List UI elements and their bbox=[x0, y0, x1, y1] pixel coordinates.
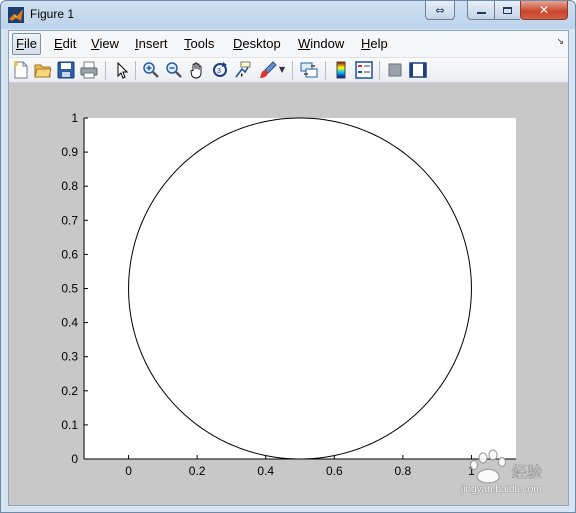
save-icon[interactable] bbox=[57, 61, 75, 79]
pan-icon[interactable] bbox=[188, 61, 206, 79]
figure-canvas[interactable]: 0 0.1 0.2 0.3 0.4 0.5 0.6 0.7 0.8 0.9 1 0 0.2 0.4 0.6 0… bbox=[9, 83, 568, 505]
menu-tools[interactable]: Tools bbox=[181, 35, 217, 53]
minimize-icon bbox=[476, 12, 486, 14]
brush-icon[interactable] bbox=[259, 61, 277, 79]
window-title: Figure 1 bbox=[30, 7, 75, 21]
menu-edit[interactable]: Edit bbox=[51, 35, 79, 53]
y-tick-label: 0.4 bbox=[61, 316, 78, 330]
figure-client: File Edit View Insert Tools Desktop Wind… bbox=[8, 30, 569, 506]
close-icon: ✕ bbox=[538, 3, 550, 17]
x-tick-label: 0 bbox=[125, 464, 132, 478]
x-tick-label: 0.4 bbox=[257, 464, 274, 478]
maximize-icon bbox=[503, 6, 512, 14]
rotate-3d-icon[interactable]: 3 bbox=[211, 61, 229, 79]
brush-dropdown-icon[interactable]: ▼ bbox=[279, 65, 285, 74]
x-tick-label: 0.6 bbox=[326, 464, 343, 478]
toolbar-separator bbox=[135, 61, 136, 80]
menu-window[interactable]: Window bbox=[295, 35, 347, 53]
insert-colorbar-icon[interactable] bbox=[332, 61, 350, 79]
link-plot-icon[interactable] bbox=[300, 61, 318, 79]
plot-svg: 0 0.1 0.2 0.3 0.4 0.5 0.6 0.7 0.8 0.9 1 0 0.2 0.4 0.6 0… bbox=[61, 111, 516, 478]
svg-text:3: 3 bbox=[217, 68, 221, 75]
y-tick-label: 0.8 bbox=[61, 179, 78, 193]
menu-insert[interactable]: Insert bbox=[132, 35, 171, 53]
insert-legend-icon[interactable] bbox=[355, 61, 373, 79]
data-cursor-icon[interactable] bbox=[234, 61, 252, 79]
title-bar[interactable]: Figure 1 ⇔ ✕ bbox=[1, 1, 575, 29]
x-tick-label: 0.8 bbox=[395, 464, 412, 478]
menu-desktop[interactable]: Desktop bbox=[230, 35, 284, 53]
y-tick-label: 0 bbox=[71, 452, 78, 466]
zoom-in-icon[interactable] bbox=[142, 61, 160, 79]
axes-background bbox=[84, 118, 516, 459]
y-tick-label: 0.5 bbox=[61, 282, 78, 296]
menu-view[interactable]: View bbox=[88, 35, 122, 53]
toolbar-separator bbox=[105, 61, 106, 80]
figure-window: Figure 1 ⇔ ✕ File Edit View Insert Tools… bbox=[0, 0, 576, 513]
dock-arrow-icon[interactable]: ↘ bbox=[556, 37, 564, 47]
watermark-url: jingyan.baidu.com bbox=[461, 484, 542, 495]
y-tick-label: 0.6 bbox=[61, 247, 78, 261]
svg-text:经验: 经验 bbox=[512, 464, 542, 481]
edit-plot-icon[interactable] bbox=[113, 61, 131, 79]
close-button[interactable]: ✕ bbox=[520, 1, 568, 20]
y-tick-label: 0.1 bbox=[61, 418, 78, 432]
toolbar-separator bbox=[292, 61, 293, 80]
menu-bar: File Edit View Insert Tools Desktop Wind… bbox=[9, 31, 568, 57]
y-tick-label: 0.2 bbox=[61, 384, 78, 398]
menu-help[interactable]: Help bbox=[358, 35, 391, 53]
watermark: 经验 jingyan.baidu.com bbox=[459, 446, 569, 500]
show-plot-tools-icon[interactable] bbox=[409, 61, 427, 79]
toolbar-separator bbox=[379, 61, 380, 80]
y-tick-label: 0.3 bbox=[61, 350, 78, 364]
minimize-button[interactable] bbox=[467, 1, 494, 20]
open-file-icon[interactable] bbox=[34, 61, 52, 79]
menu-file-rest: ile bbox=[23, 36, 37, 51]
matlab-icon bbox=[8, 7, 24, 23]
figure-toolbar: 3 ▼ bbox=[9, 57, 568, 83]
y-tick-label: 0.7 bbox=[61, 213, 78, 227]
menu-file[interactable]: File bbox=[12, 33, 41, 55]
restore-button[interactable]: ⇔ bbox=[425, 1, 455, 20]
y-tick-label: 1 bbox=[71, 111, 78, 125]
y-tick-label: 0.9 bbox=[61, 145, 78, 159]
maximize-button[interactable] bbox=[494, 1, 520, 20]
toolbar-separator bbox=[325, 61, 326, 80]
hide-plot-tools-icon[interactable] bbox=[386, 61, 404, 79]
print-icon[interactable] bbox=[80, 61, 98, 79]
zoom-out-icon[interactable] bbox=[165, 61, 183, 79]
new-figure-icon[interactable] bbox=[12, 61, 30, 79]
x-tick-label: 0.2 bbox=[189, 464, 206, 478]
restore-icon: ⇔ bbox=[435, 3, 445, 17]
